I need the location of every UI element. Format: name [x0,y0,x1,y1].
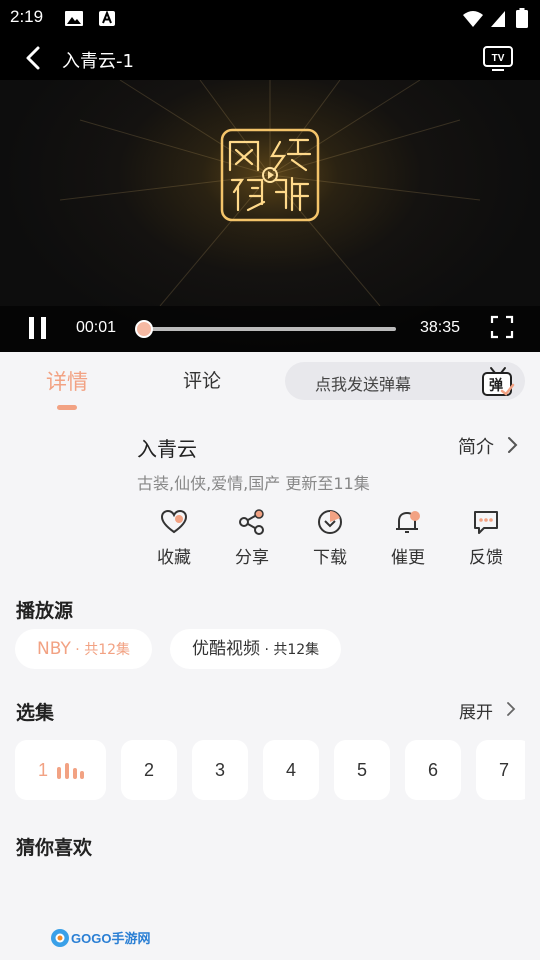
episode-item-1[interactable]: 1 [15,740,106,800]
favorite-button[interactable]: 收藏 [144,506,204,576]
source-chip-youku[interactable]: 优酷视频 · 共12集 [170,629,342,669]
source-name: NBY [37,639,71,659]
show-tags: 古装,仙侠,爱情,国产 更新至11集 [137,474,370,493]
seek-thumb[interactable] [135,320,153,338]
video-title: 入青云-1 [62,51,134,72]
episode-item-2[interactable]: 2 [121,740,177,800]
fullscreen-icon[interactable] [490,315,514,339]
watermark-logo: GOGO手游网 [51,929,150,947]
video-player[interactable]: 00:01 38:35 [0,80,540,352]
urge-update-button[interactable]: 催更 [378,506,438,576]
episode-item-5[interactable]: 5 [334,740,390,800]
feedback-button[interactable]: 反馈 [456,506,516,576]
danmaku-icon[interactable]: 弹 [481,365,515,397]
svg-text:TV: TV [492,53,505,64]
episode-item-3[interactable]: 3 [192,740,248,800]
pause-icon[interactable] [26,314,50,342]
battery-icon [516,8,528,28]
tab-comments[interactable]: 评论 [183,366,221,393]
favorite-label: 收藏 [157,548,191,568]
chevron-right-icon[interactable] [506,435,520,455]
episode-item-7[interactable]: 7 [476,740,525,800]
source-count: · 共12集 [70,642,131,658]
episode-list: 1 2 3 4 5 6 7 [15,740,525,800]
current-time: 00:01 [76,319,117,336]
source-name: 优酷视频 [192,639,260,659]
watermark-text: GOGO手游网 [71,931,150,946]
episode-number: 1 [38,760,49,780]
feedback-icon [474,511,498,534]
episode-item-6[interactable]: 6 [405,740,461,800]
playing-bars-icon [57,763,84,779]
feedback-label: 反馈 [469,548,503,568]
status-time: 2:19 [10,7,44,26]
player-top-bar: 入青云-1 TV [0,36,540,80]
episodes-section-title: 选集 [16,702,55,724]
danmaku-placeholder: 点我发送弹幕 [315,375,412,394]
source-count: · 共12集 [260,642,320,658]
bell-icon [396,511,420,533]
font-notification-icon [99,10,115,26]
intro-link[interactable]: 简介 [458,433,494,459]
total-time: 38:35 [420,319,461,336]
broadcast-logo [212,120,328,230]
recommend-section-title: 猜你喜欢 [16,837,93,859]
share-button[interactable]: 分享 [222,506,282,576]
download-button[interactable]: 下载 [300,506,360,576]
image-notification-icon [65,11,83,26]
back-icon[interactable] [20,44,48,72]
download-icon [318,510,342,534]
source-section-title: 播放源 [16,600,74,622]
urge-update-label: 催更 [391,548,425,568]
chevron-right-icon[interactable] [505,701,517,717]
share-icon [239,509,264,535]
episode-item-4[interactable]: 4 [263,740,319,800]
source-chip-nby[interactable]: NBY · 共12集 [15,629,153,669]
status-bar: 2:19 [0,0,540,36]
share-label: 分享 [235,548,269,568]
tab-detail[interactable]: 详情 [46,366,88,396]
cast-tv-icon[interactable]: TV [482,44,514,72]
player-controls: 00:01 38:35 [0,306,540,352]
signal-icon [491,11,505,27]
show-title: 入青云 [137,437,197,461]
wifi-icon [463,11,483,27]
expand-link[interactable]: 展开 [459,698,493,723]
danmaku-input[interactable]: 点我发送弹幕 弹 [285,362,525,400]
heart-icon [160,509,188,534]
tab-indicator [57,405,77,410]
download-label: 下载 [313,548,347,568]
seek-bar[interactable] [144,327,396,331]
